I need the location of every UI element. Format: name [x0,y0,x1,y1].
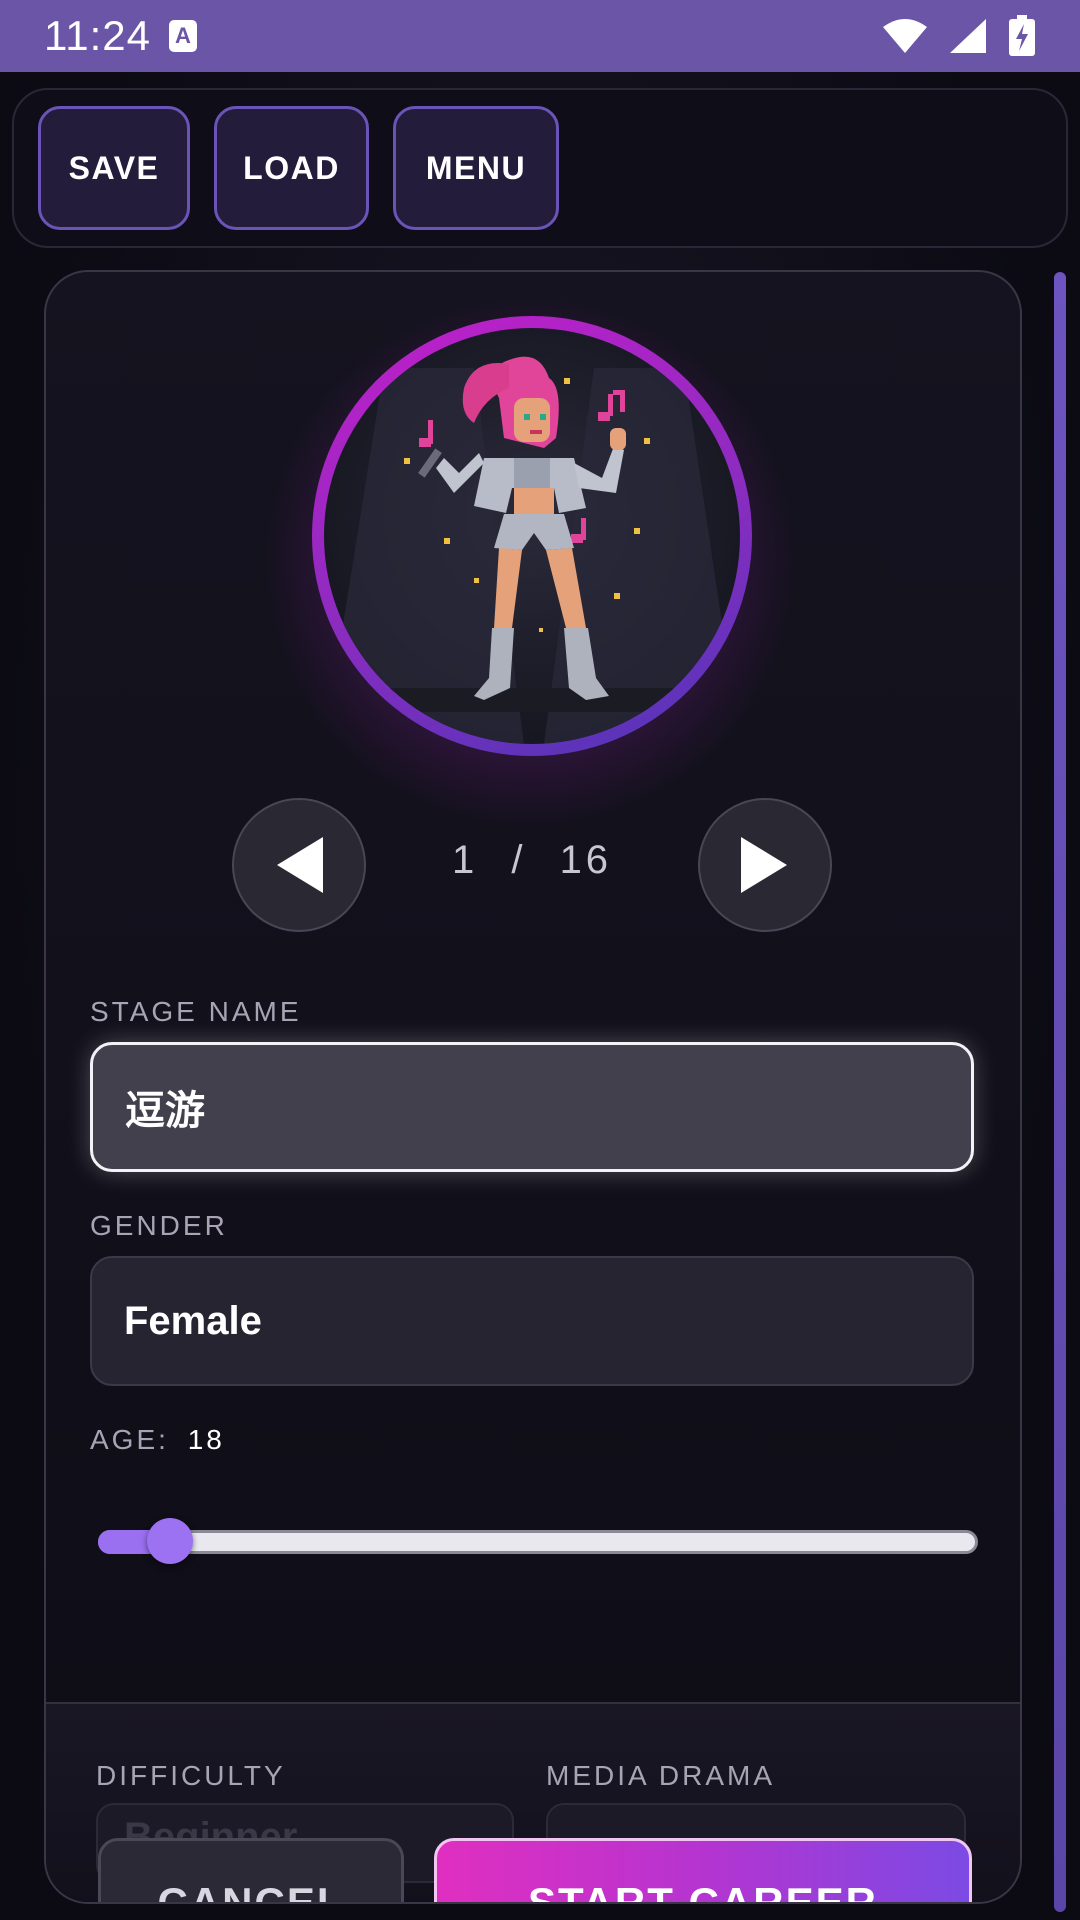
previous-character-button[interactable] [232,798,366,932]
character-total: 16 [559,838,613,882]
gender-select[interactable]: Female [90,1256,974,1386]
scrollbar[interactable] [1054,272,1066,1912]
status-icons [882,15,1036,57]
battery-charging-icon [1009,15,1035,56]
triangle-right-icon [741,837,787,893]
signal-icon [950,19,986,53]
singer-character-image [324,356,740,744]
cancel-button[interactable]: CANCEL [98,1838,404,1902]
wifi-icon [883,19,927,53]
stage-name-input[interactable]: 逗游 [90,1042,974,1172]
character-avatar [312,316,752,756]
gender-label: GENDER [90,1210,228,1241]
age-label-row: AGE: 18 [90,1424,225,1456]
age-slider-track[interactable] [98,1530,978,1554]
age-label: AGE: [90,1424,169,1455]
character-counter: 1 / 16 [432,838,632,883]
status-time: 11:24 [44,12,151,59]
notification-icon: A [169,20,197,52]
load-button[interactable]: LOAD [214,106,369,230]
character-creation-card: 1 / 16 STAGE NAME 逗游 GENDER Female AGE: … [44,270,1022,1904]
character-counter-separator: / [511,838,527,882]
start-career-button[interactable]: START CAREER [434,1838,972,1902]
difficulty-label: DIFFICULTY [96,1760,286,1791]
age-value: 18 [187,1424,225,1455]
top-toolbar: SAVE LOAD MENU [12,88,1068,248]
triangle-left-icon [277,837,323,893]
save-button[interactable]: SAVE [38,106,190,230]
age-slider-thumb[interactable] [146,1518,193,1564]
screen: 11:24 A SAVE LOAD MENU 1 / 16 STAGE NAME… [0,0,1080,1920]
character-portrait [324,328,740,744]
next-character-button[interactable] [698,798,832,932]
character-current-index: 1 [451,838,479,882]
stage-name-label: STAGE NAME [90,996,302,1027]
status-bar: 11:24 A [0,0,1080,72]
menu-button[interactable]: MENU [393,106,559,230]
media-drama-label: MEDIA DRAMA [546,1760,776,1791]
